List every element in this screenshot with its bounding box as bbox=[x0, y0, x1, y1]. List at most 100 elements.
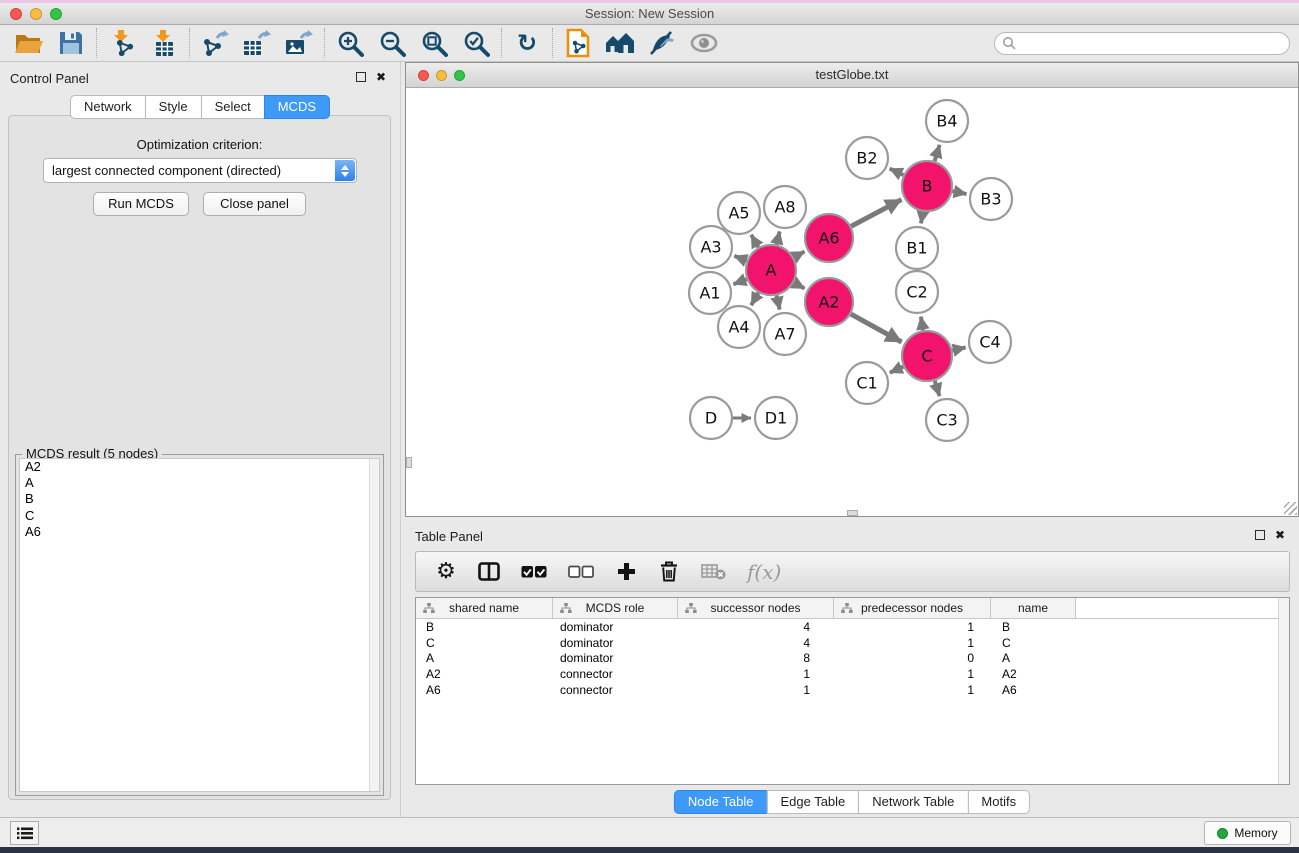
table-cell[interactable]: 1 bbox=[834, 620, 991, 634]
add-column-icon[interactable] bbox=[615, 562, 637, 581]
export-table-icon[interactable] bbox=[236, 27, 278, 59]
node-B3[interactable]: B3 bbox=[970, 178, 1012, 220]
open-session-icon[interactable] bbox=[8, 27, 50, 59]
edge-A-A8[interactable] bbox=[777, 231, 780, 244]
new-network-from-selection-icon[interactable] bbox=[557, 27, 599, 59]
hide-graphics-details-icon[interactable] bbox=[641, 27, 683, 59]
birds-eye-view-icon[interactable] bbox=[683, 27, 725, 59]
resize-grip-icon[interactable] bbox=[1284, 502, 1297, 515]
node-A3[interactable]: A3 bbox=[690, 226, 732, 268]
apply-layout-icon[interactable]: ↻ bbox=[506, 27, 548, 59]
resize-handle-bottom[interactable] bbox=[847, 510, 858, 516]
node-A[interactable]: A bbox=[746, 245, 796, 295]
zoom-fit-icon[interactable] bbox=[413, 27, 455, 59]
zoom-out-icon[interactable] bbox=[371, 27, 413, 59]
edge-B-B4[interactable] bbox=[935, 145, 940, 161]
table-cell[interactable]: B bbox=[416, 620, 553, 634]
table-cell[interactable]: 1 bbox=[834, 667, 991, 681]
table-row[interactable]: Cdominator41C bbox=[416, 635, 1289, 651]
resize-handle-left[interactable] bbox=[406, 457, 412, 468]
node-C[interactable]: C bbox=[902, 331, 952, 381]
table-cell[interactable]: 1 bbox=[678, 683, 834, 697]
zoom-in-icon[interactable] bbox=[329, 27, 371, 59]
network-graph[interactable]: AA1A2A3A4A5A6A7A8BB1B2B3B4CC1C2C3C4DD1 bbox=[406, 89, 1298, 517]
table-cell[interactable]: A6 bbox=[416, 683, 553, 697]
node-B4[interactable]: B4 bbox=[926, 100, 968, 142]
table-cell[interactable]: 1 bbox=[834, 683, 991, 697]
edge-A-A1[interactable] bbox=[733, 279, 746, 284]
import-table-icon[interactable] bbox=[143, 27, 185, 59]
table-cell[interactable]: C bbox=[991, 636, 1076, 650]
node-C3[interactable]: C3 bbox=[926, 399, 968, 441]
column-header-successor-nodes[interactable]: successor nodes bbox=[678, 598, 834, 618]
node-C1[interactable]: C1 bbox=[846, 362, 888, 404]
edge-A-A4[interactable] bbox=[751, 293, 758, 306]
table-cell[interactable]: A bbox=[991, 651, 1076, 665]
table-cell[interactable]: 1 bbox=[678, 667, 834, 681]
table-cell[interactable]: dominator bbox=[553, 620, 678, 634]
mcds-result-list[interactable]: A2ABCA6 bbox=[19, 458, 380, 792]
table-cell[interactable]: 4 bbox=[678, 620, 834, 634]
table-cell[interactable]: 1 bbox=[834, 636, 991, 650]
node-D1[interactable]: D1 bbox=[755, 397, 797, 439]
edge-C-C3[interactable] bbox=[935, 381, 940, 396]
edge-A-A6[interactable] bbox=[794, 252, 805, 258]
edge-A-A2[interactable] bbox=[794, 283, 805, 289]
select-all-columns-icon[interactable] bbox=[521, 565, 547, 579]
column-header-name[interactable]: name bbox=[991, 598, 1076, 618]
table-row[interactable]: A6connector11A6 bbox=[416, 682, 1289, 698]
tab-style[interactable]: Style bbox=[145, 95, 202, 119]
close-panel-button[interactable]: Close panel bbox=[203, 192, 306, 216]
export-image-icon[interactable] bbox=[278, 27, 320, 59]
node-D[interactable]: D bbox=[690, 397, 732, 439]
table-cell[interactable]: B bbox=[991, 620, 1076, 634]
table-cell[interactable]: 8 bbox=[678, 651, 834, 665]
node-C4[interactable]: C4 bbox=[969, 321, 1011, 363]
network-canvas[interactable]: AA1A2A3A4A5A6A7A8BB1B2B3B4CC1C2C3C4DD1 bbox=[406, 89, 1298, 516]
table-cell[interactable]: connector bbox=[553, 683, 678, 697]
table-cell[interactable]: dominator bbox=[553, 651, 678, 665]
memory-button[interactable]: Memory bbox=[1204, 821, 1291, 845]
float-panel-icon[interactable] bbox=[356, 72, 366, 82]
table-cell[interactable]: 4 bbox=[678, 636, 834, 650]
node-C2[interactable]: C2 bbox=[896, 271, 938, 313]
mcds-result-item[interactable]: A bbox=[20, 475, 379, 491]
edge-A2-C[interactable] bbox=[851, 314, 902, 342]
edge-A6-B[interactable] bbox=[851, 200, 901, 227]
column-header-predecessor-nodes[interactable]: predecessor nodes bbox=[834, 598, 991, 618]
node-A7[interactable]: A7 bbox=[764, 313, 806, 355]
node-B2[interactable]: B2 bbox=[846, 137, 888, 179]
edge-B-B2[interactable] bbox=[890, 169, 904, 175]
table-cell[interactable]: A2 bbox=[416, 667, 553, 681]
node-A1[interactable]: A1 bbox=[689, 272, 731, 314]
table-scrollbar[interactable] bbox=[1278, 598, 1289, 784]
close-table-panel-icon[interactable]: ✖ bbox=[1275, 529, 1285, 541]
column-header-shared-name[interactable]: shared name bbox=[416, 598, 553, 618]
node-A8[interactable]: A8 bbox=[764, 186, 806, 228]
tab-node-table[interactable]: Node Table bbox=[674, 790, 768, 814]
table-cell[interactable]: 0 bbox=[834, 651, 991, 665]
node-B[interactable]: B bbox=[902, 161, 952, 211]
edge-A-A7[interactable] bbox=[777, 295, 780, 309]
export-network-icon[interactable] bbox=[194, 27, 236, 59]
edge-A-A5[interactable] bbox=[751, 235, 758, 248]
save-session-icon[interactable] bbox=[50, 27, 92, 59]
deselect-all-columns-icon[interactable] bbox=[568, 565, 594, 579]
node-B1[interactable]: B1 bbox=[896, 227, 938, 269]
table-row[interactable]: A2connector11A2 bbox=[416, 666, 1289, 682]
table-row[interactable]: Adominator80A bbox=[416, 651, 1289, 667]
search-input[interactable] bbox=[994, 32, 1290, 55]
table-cell[interactable]: connector bbox=[553, 667, 678, 681]
import-network-icon[interactable] bbox=[101, 27, 143, 59]
tab-mcds[interactable]: MCDS bbox=[264, 95, 330, 119]
edge-C-C4[interactable] bbox=[952, 347, 965, 350]
tab-edge-table[interactable]: Edge Table bbox=[766, 790, 859, 814]
mcds-result-item[interactable]: A6 bbox=[20, 524, 379, 540]
column-layout-icon[interactable] bbox=[478, 562, 500, 581]
tab-motifs[interactable]: Motifs bbox=[967, 790, 1030, 814]
table-cell[interactable]: A6 bbox=[991, 683, 1076, 697]
tab-network[interactable]: Network bbox=[70, 95, 146, 119]
table-settings-icon[interactable]: ⚙ bbox=[435, 561, 457, 583]
node-A6[interactable]: A6 bbox=[805, 214, 853, 262]
edge-B-B3[interactable] bbox=[953, 191, 967, 194]
